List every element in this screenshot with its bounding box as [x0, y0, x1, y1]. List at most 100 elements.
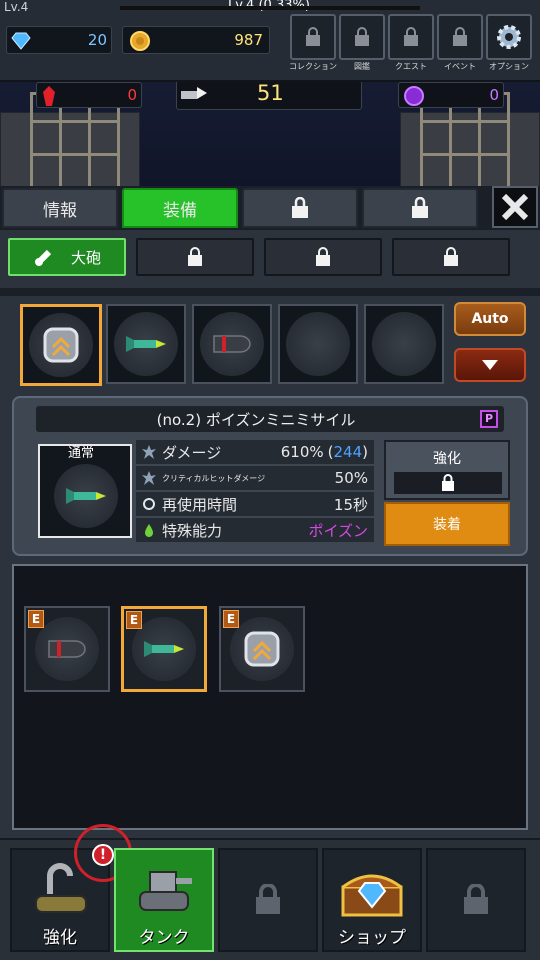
- inventory-item-armor[interactable]: E: [219, 606, 305, 692]
- upgrade-label: 強化: [433, 451, 461, 467]
- sub-tab-cannon-label: 大砲: [70, 248, 101, 267]
- red-crystal-counter: 0: [36, 82, 142, 108]
- dropdown-button[interactable]: [454, 348, 526, 382]
- stat-special: 特殊能力 ポイズン: [136, 518, 374, 542]
- gem-count: 20: [87, 31, 107, 49]
- crit-icon: [142, 471, 156, 485]
- lock-icon: [444, 247, 458, 266]
- purple-orb-count: 0: [489, 86, 499, 104]
- top-bar: Lv.4 Lv.4 (0.33%) 20 987 コレクション 図鑑 クエスト …: [0, 0, 540, 82]
- auto-button[interactable]: Auto: [454, 302, 526, 336]
- detail-card: (no.2) ポイズンミニミサイル P 通常 ダメージ 610% (244) ク…: [12, 396, 528, 556]
- rarity-label: 通常: [68, 446, 95, 461]
- equipped-badge: E: [28, 610, 44, 628]
- lock-icon: [404, 27, 418, 46]
- lock-icon: [355, 27, 369, 46]
- stat-damage: ダメージ 610% (244): [136, 440, 374, 464]
- close-icon: [501, 193, 529, 221]
- equipment-panel: Auto (no.2) ポイズンミニミサイル P 通常 ダメージ 610% (2…: [0, 296, 540, 840]
- cannon-icon: [34, 249, 52, 267]
- treasure-chest-icon: [341, 874, 403, 917]
- lock-icon: [256, 884, 280, 914]
- sub-tab-locked-3[interactable]: [392, 238, 510, 276]
- burst-icon: [142, 445, 156, 459]
- stat-cooldown: 再使用時間 15秒: [136, 492, 374, 516]
- lock-icon: [412, 197, 428, 218]
- alert-icon: !: [92, 844, 114, 866]
- encyclopedia-button[interactable]: [339, 14, 385, 60]
- item-preview: 通常: [38, 444, 132, 538]
- stat-critical-damage: クリティカルヒットダメージ 50%: [136, 466, 374, 490]
- item-title-bar: (no.2) ポイズンミニミサイル P: [36, 406, 504, 432]
- purple-orb-icon: [404, 86, 424, 106]
- bullet-icon: [48, 640, 86, 658]
- missile-icon: [66, 488, 106, 504]
- tab-equipment[interactable]: 装備: [122, 188, 238, 228]
- inventory-grid: [12, 564, 528, 830]
- chevron-down-icon: [482, 360, 498, 370]
- upgrade-button[interactable]: 強化: [384, 440, 510, 500]
- refresh-icon: [143, 498, 155, 510]
- nav-upgrade-label: 強化: [43, 928, 77, 948]
- equip-slot-4-empty[interactable]: [278, 304, 358, 384]
- nav-shop-label: ショップ: [338, 928, 406, 948]
- collection-button[interactable]: [290, 14, 336, 60]
- grade-badge: P: [480, 410, 498, 428]
- power-counter: 51: [176, 82, 362, 110]
- nav-shop[interactable]: ショップ: [322, 848, 422, 952]
- lock-icon: [464, 884, 488, 914]
- equipped-badge: E: [126, 611, 142, 629]
- sub-tab-locked-2[interactable]: [264, 238, 382, 276]
- red-crystal-count: 0: [127, 86, 137, 104]
- tab-bar: 情報 装備: [0, 186, 540, 228]
- gem-counter: 20: [6, 26, 112, 54]
- tab-info[interactable]: 情報: [2, 188, 118, 228]
- tank-icon: [139, 871, 192, 911]
- options-button[interactable]: [486, 14, 532, 60]
- tab-locked-1[interactable]: [242, 188, 358, 228]
- equip-slot-5-empty[interactable]: [364, 304, 444, 384]
- chevron-armor-icon: [43, 327, 79, 363]
- stat-list: ダメージ 610% (244) クリティカルヒットダメージ 50% 再使用時間 …: [136, 440, 374, 544]
- sub-tab-cannon[interactable]: 大砲: [8, 238, 126, 276]
- quest-button[interactable]: [388, 14, 434, 60]
- lock-icon: [442, 474, 454, 491]
- missile-icon: [126, 336, 166, 352]
- power-count: 51: [257, 82, 284, 105]
- coin-icon: [130, 31, 150, 51]
- lock-icon: [292, 197, 308, 218]
- level-label: Lv.4: [4, 0, 29, 14]
- equip-button[interactable]: 装着: [384, 502, 510, 546]
- equip-slot-2[interactable]: [106, 304, 186, 384]
- red-crystal-icon: [43, 86, 55, 106]
- gear-icon: [497, 25, 521, 49]
- item-title: (no.2) ポイズンミニミサイル: [156, 411, 356, 429]
- chevron-armor-icon: [244, 631, 280, 667]
- nav-locked-1[interactable]: [218, 848, 318, 952]
- lock-icon: [306, 27, 320, 46]
- gold-count: 987: [234, 31, 263, 49]
- inventory-item-bullet[interactable]: E: [24, 606, 110, 692]
- sub-tab-bar: 大砲: [0, 228, 540, 288]
- missile-icon: [144, 641, 184, 657]
- bullet-icon: [213, 335, 251, 353]
- lock-icon: [316, 247, 330, 266]
- close-button[interactable]: [492, 186, 538, 228]
- event-button[interactable]: [437, 14, 483, 60]
- equipped-badge: E: [223, 610, 239, 628]
- nav-locked-2[interactable]: [426, 848, 526, 952]
- sub-tab-locked-1[interactable]: [136, 238, 254, 276]
- poison-drop-icon: [145, 524, 153, 537]
- gold-counter: 987: [122, 26, 270, 54]
- options-label: オプション: [489, 62, 529, 71]
- lock-icon: [188, 247, 202, 266]
- nav-tank[interactable]: タンク: [114, 848, 214, 952]
- inventory-item-missile[interactable]: E: [121, 606, 207, 692]
- equip-slot-3[interactable]: [192, 304, 272, 384]
- equip-slot-1[interactable]: [20, 304, 102, 386]
- nav-tank-label: タンク: [138, 928, 190, 948]
- purple-orb-counter: 0: [398, 82, 504, 108]
- tab-locked-2[interactable]: [362, 188, 478, 228]
- cannon-power-icon: [181, 87, 207, 99]
- bottom-nav: 強化 ! タンク ショップ: [0, 824, 540, 960]
